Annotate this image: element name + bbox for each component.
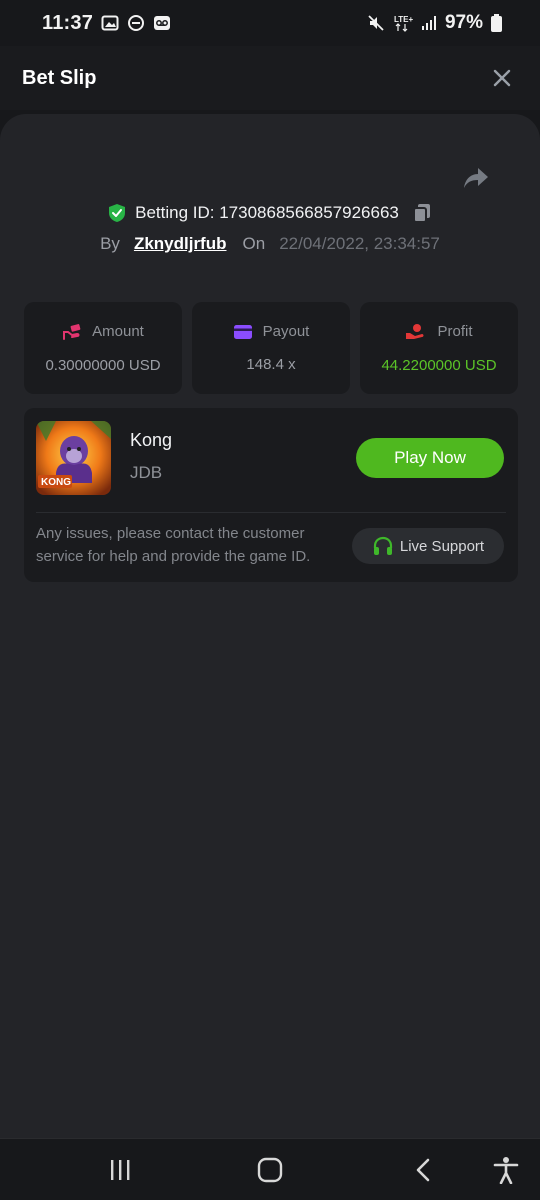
copy-id-button[interactable] — [411, 202, 433, 224]
recents-button[interactable] — [105, 1155, 135, 1185]
mute-icon — [368, 15, 384, 31]
lte-icon: LTE+ — [394, 15, 413, 32]
stat-head: Amount — [62, 323, 144, 341]
card-icon — [233, 324, 252, 339]
by-label: By — [100, 234, 120, 253]
page-title: Bet Slip — [22, 66, 97, 89]
game-thumbnail[interactable]: KONG — [36, 421, 111, 495]
game-name: Kong — [130, 430, 173, 450]
betting-id-row: Betting ID: 1730868566857926663 — [0, 202, 540, 224]
close-button[interactable] — [488, 64, 516, 92]
share-icon — [464, 168, 488, 188]
back-button[interactable] — [408, 1155, 438, 1185]
stat-card-payout: Payout 148.4 x — [192, 302, 350, 394]
back-icon — [416, 1158, 430, 1182]
bet-date: 22/04/2022, 23:34:57 — [279, 234, 440, 253]
home-icon — [257, 1157, 283, 1183]
system-nav-bar — [0, 1138, 540, 1200]
stats-row: Amount 0.30000000 USD Payout 148.4 x Pro… — [24, 302, 518, 394]
share-button[interactable] — [462, 166, 490, 192]
copy-icon — [412, 204, 430, 223]
username-link[interactable]: Zknydljrfub — [134, 234, 227, 254]
profit-hand-icon — [406, 323, 424, 339]
bet-slip-header: Bet Slip — [0, 46, 540, 110]
home-button[interactable] — [255, 1155, 285, 1185]
thumb-label: KONG — [41, 477, 71, 488]
accessibility-icon — [493, 1157, 519, 1184]
status-time: 11:37 — [42, 11, 94, 34]
bettor-row: By Zknydljrfub On 22/04/2022, 23:34:57 — [0, 234, 540, 254]
stat-value-payout: 148.4 x — [246, 356, 296, 373]
stat-card-profit: Profit 44.2200000 USD — [360, 302, 518, 394]
stat-label: Payout — [262, 323, 310, 340]
game-card: KONG Kong JDB Play Now Any issues, pleas… — [24, 408, 518, 582]
recents-icon — [111, 1160, 130, 1180]
kong-game-image: KONG — [36, 421, 111, 495]
gallery-icon — [101, 15, 119, 31]
stat-label: Amount — [92, 323, 144, 340]
stat-card-amount: Amount 0.30000000 USD — [24, 302, 182, 394]
close-icon — [493, 69, 511, 87]
live-support-button[interactable]: Live Support — [352, 528, 504, 564]
on-label: On — [242, 234, 266, 253]
status-left: 11:37 — [42, 12, 171, 35]
dnd-icon — [128, 15, 145, 31]
stat-head: Payout — [233, 323, 310, 340]
amount-icon — [63, 323, 81, 340]
voicemail-icon — [154, 16, 171, 30]
stat-value-amount: 0.30000000 USD — [45, 356, 161, 374]
divider — [36, 512, 506, 513]
live-support-label: Live Support — [399, 537, 485, 555]
battery-percent: 97% — [444, 12, 483, 33]
battery-icon — [491, 14, 502, 32]
stat-head: Profit — [405, 323, 473, 341]
status-bar: 11:37 LTE+ 97% — [0, 0, 540, 46]
support-help-text: Any issues, please contact the customer … — [36, 525, 311, 565]
game-provider: JDB — [130, 463, 163, 482]
betting-id: Betting ID: 1730868566857926663 — [135, 203, 399, 222]
status-right: LTE+ 97% — [367, 12, 502, 34]
shield-check-icon — [109, 204, 126, 222]
svg-text:LTE+: LTE+ — [394, 15, 413, 24]
signal-icon — [421, 16, 436, 30]
headset-icon — [373, 536, 392, 555]
accessibility-button[interactable] — [491, 1155, 521, 1185]
bet-slip-sheet: Betting ID: 1730868566857926663 By Zknyd… — [0, 114, 540, 1138]
stat-label: Profit — [437, 323, 473, 340]
stat-value-profit: 44.2200000 USD — [381, 356, 497, 374]
play-now-button[interactable]: Play Now — [356, 438, 504, 478]
